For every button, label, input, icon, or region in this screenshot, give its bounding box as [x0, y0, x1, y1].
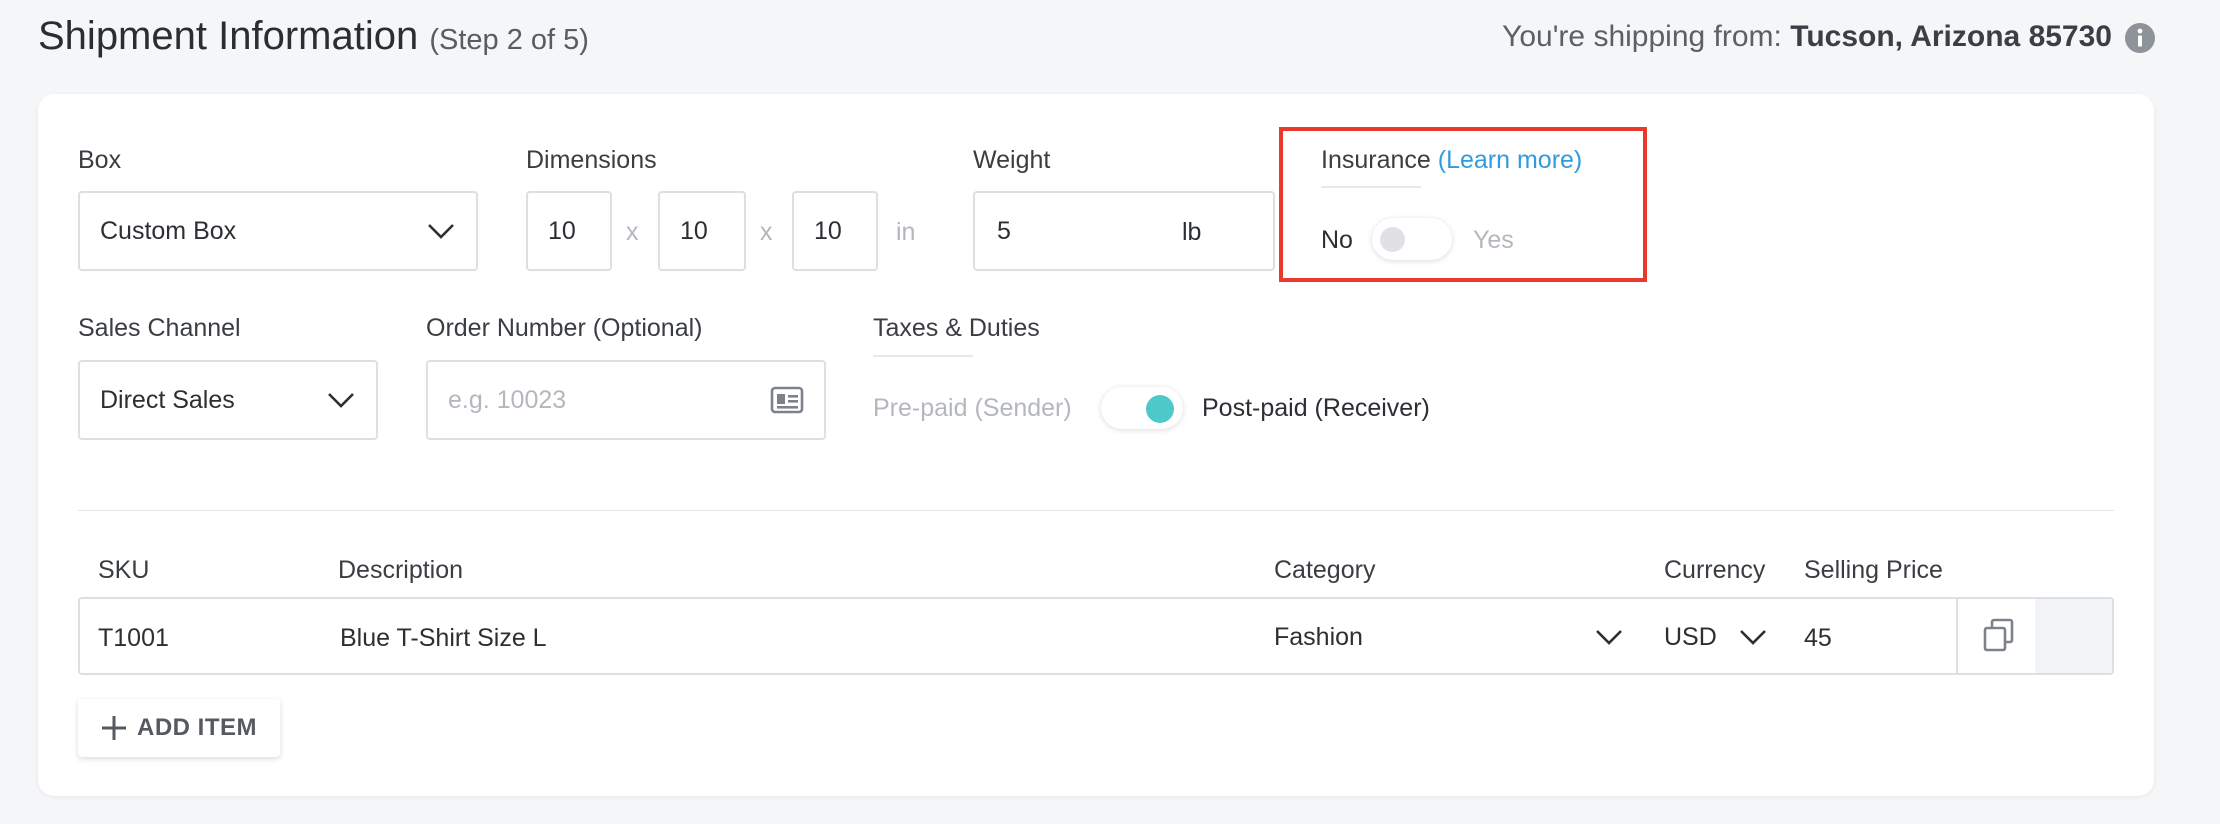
- box-label: Box: [78, 146, 122, 174]
- chevron-down-icon: [428, 224, 454, 239]
- ship-from-prefix: You're shipping from:: [1502, 20, 1782, 53]
- order-number-input[interactable]: e.g. 10023: [426, 360, 826, 440]
- description-cell[interactable]: Blue T-Shirt Size L: [340, 624, 547, 653]
- category-value: Fashion: [1274, 622, 1363, 651]
- step-indicator: (Step 2 of 5): [429, 24, 589, 56]
- category-select[interactable]: Fashion: [1274, 612, 1624, 662]
- box-select[interactable]: Custom Box: [78, 191, 478, 271]
- page-title: Shipment Information (Step 2 of 5): [38, 14, 589, 59]
- dimension-separator: x: [760, 218, 773, 246]
- price-column-header: Selling Price: [1804, 556, 1943, 584]
- taxes-label: Taxes & Duties: [873, 314, 1040, 342]
- description-column-header: Description: [338, 556, 464, 584]
- weight-label: Weight: [973, 146, 1051, 174]
- currency-column-header: Currency: [1664, 556, 1766, 584]
- dimension-unit: in: [896, 218, 916, 246]
- sales-channel-value: Direct Sales: [100, 385, 235, 414]
- height-input[interactable]: 10: [792, 191, 878, 271]
- row-action-area[interactable]: [2035, 599, 2112, 673]
- taxes-toggle[interactable]: [1101, 387, 1183, 429]
- price-cell[interactable]: 45: [1804, 624, 1832, 653]
- duplicate-icon[interactable]: [1982, 618, 2016, 654]
- sku-column-header: SKU: [98, 556, 150, 584]
- section-divider: [78, 510, 2114, 511]
- chevron-down-icon: [1740, 630, 1766, 645]
- currency-value: USD: [1664, 622, 1717, 651]
- dimensions-label: Dimensions: [526, 146, 657, 174]
- chevron-down-icon: [1596, 630, 1622, 645]
- dimension-separator: x: [626, 218, 639, 246]
- weight-value: 5: [997, 216, 1011, 245]
- id-card-icon: [770, 386, 804, 414]
- sales-channel-select[interactable]: Direct Sales: [78, 360, 378, 440]
- ship-from-location: Tucson, Arizona 85730: [1790, 20, 2112, 53]
- weight-input[interactable]: 5: [973, 191, 1275, 271]
- add-item-label: ADD ITEM: [137, 714, 257, 741]
- prepaid-label: Pre-paid (Sender): [873, 394, 1072, 422]
- currency-select[interactable]: USD: [1664, 612, 1768, 662]
- insurance-highlight-box: [1279, 127, 1647, 282]
- order-number-placeholder: e.g. 10023: [448, 385, 567, 414]
- width-input[interactable]: 10: [658, 191, 746, 271]
- add-item-button[interactable]: ADD ITEM: [78, 699, 280, 757]
- row-action-divider: [1956, 599, 1958, 673]
- order-number-label: Order Number (Optional): [426, 314, 703, 342]
- ship-from-info: You're shipping from: Tucson, Arizona 85…: [1502, 20, 2112, 54]
- postpaid-label: Post-paid (Receiver): [1202, 394, 1430, 422]
- length-input[interactable]: 10: [526, 191, 612, 271]
- sales-channel-label: Sales Channel: [78, 314, 241, 342]
- box-select-value: Custom Box: [100, 216, 237, 245]
- plus-icon: [102, 716, 126, 740]
- info-icon[interactable]: [2124, 22, 2156, 54]
- taxes-toggle-knob: [1146, 395, 1174, 423]
- height-value: 10: [814, 216, 842, 245]
- sku-cell[interactable]: T1001: [98, 624, 169, 653]
- category-column-header: Category: [1274, 556, 1376, 584]
- length-value: 10: [548, 216, 576, 245]
- weight-unit: lb: [1182, 218, 1202, 246]
- page-title-text: Shipment Information: [38, 14, 419, 58]
- taxes-label-underline: [873, 355, 973, 357]
- chevron-down-icon: [328, 393, 354, 408]
- width-value: 10: [680, 216, 708, 245]
